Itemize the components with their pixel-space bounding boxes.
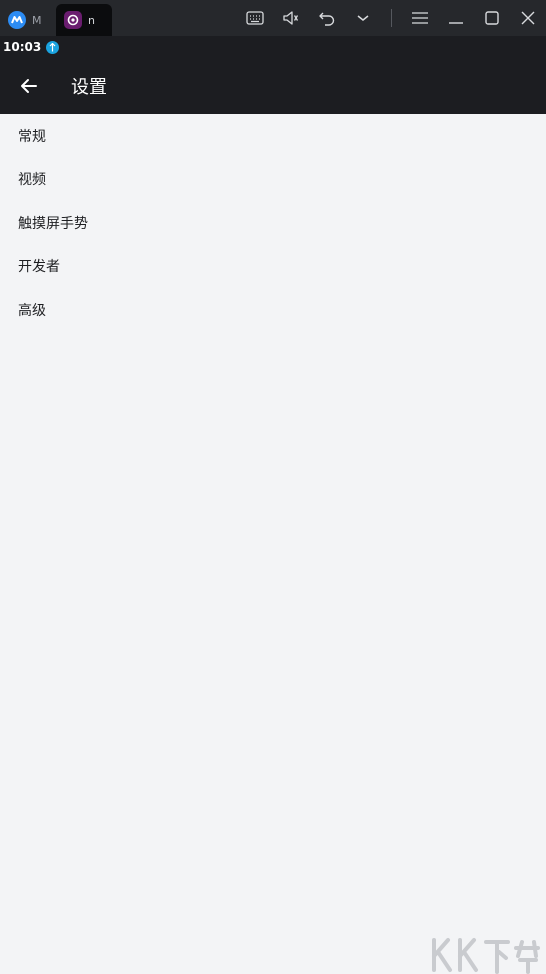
more-button[interactable] [345,0,381,36]
back-button[interactable] [0,58,58,114]
arrow-left-icon [21,79,37,93]
settings-item-general[interactable]: 常规 [0,114,546,158]
settings-item-developer[interactable]: 开发者 [0,245,546,289]
watermark-logo [430,934,542,974]
tab-app[interactable]: n [56,4,112,36]
chevron-down-icon [357,15,369,21]
status-bar: 10:03 [0,36,546,58]
tab-label: n [88,13,95,27]
emulator-window-bar: M n [0,0,546,36]
minimize-button[interactable] [438,0,474,36]
tab-emulator[interactable]: M [0,4,56,36]
settings-item-label: 触摸屏手势 [18,215,88,232]
volume-button[interactable] [273,0,309,36]
notification-icon [46,40,60,54]
undo-icon [319,12,335,26]
settings-item-video[interactable]: 视频 [0,158,546,202]
settings-item-touch-gestures[interactable]: 触摸屏手势 [0,201,546,245]
keyboard-button[interactable] [237,0,273,36]
settings-item-label: 常规 [18,128,46,145]
menu-icon [412,12,428,24]
minimize-icon [449,22,463,24]
maximize-button[interactable] [474,0,510,36]
app-logo-icon [8,11,26,29]
settings-item-label: 高级 [18,302,46,319]
app-bar: 设置 [0,58,546,114]
settings-item-label: 视频 [18,172,46,189]
maximize-icon [485,11,499,25]
keyboard-icon [246,11,264,25]
menu-button[interactable] [402,0,438,36]
app-launcher-icon [64,11,82,29]
status-time: 10:03 [3,40,42,54]
settings-item-advanced[interactable]: 高级 [0,288,546,332]
settings-list: 常规 视频 触摸屏手势 开发者 高级 [0,114,546,332]
close-icon [521,11,535,25]
volume-icon [283,11,299,25]
undo-button[interactable] [309,0,345,36]
page-title: 设置 [71,77,107,98]
settings-item-label: 开发者 [18,259,60,276]
window-toolbar [237,0,546,36]
toolbar-divider [391,9,392,27]
tab-label: M [32,13,42,27]
close-button[interactable] [510,0,546,36]
